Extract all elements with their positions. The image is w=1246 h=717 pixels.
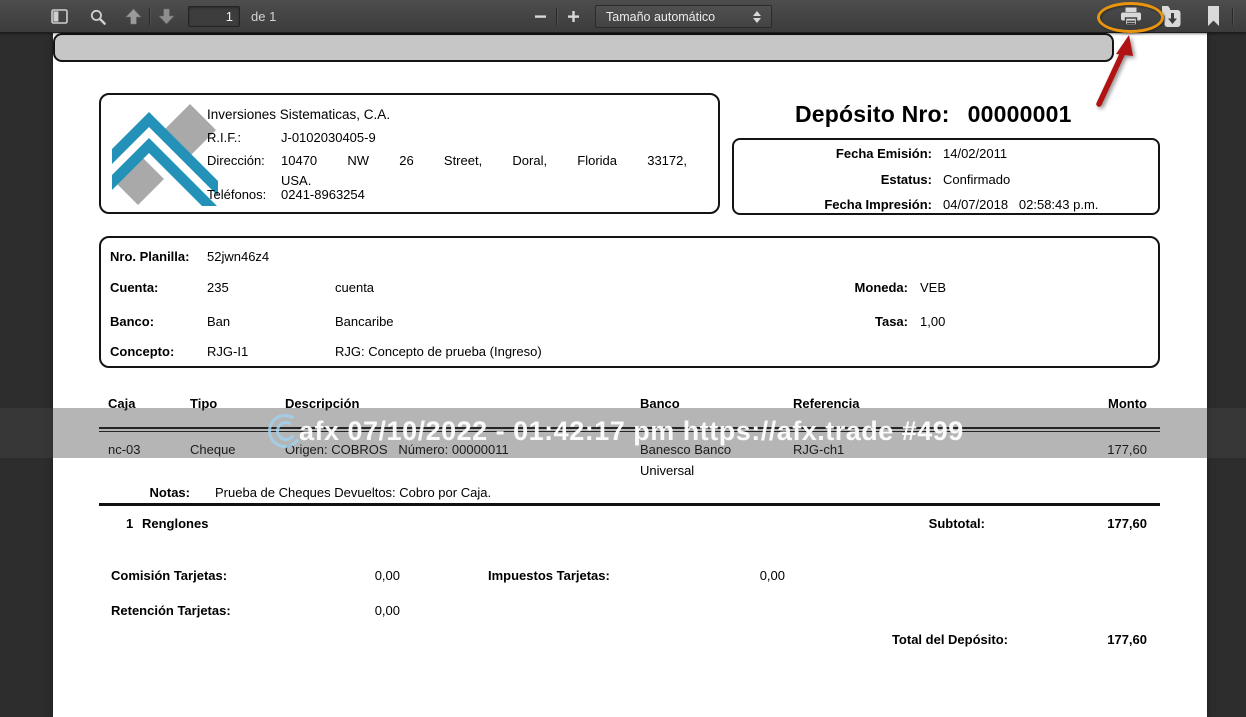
previous-page-button[interactable] [120,4,146,29]
sidebar-toggle-icon [51,9,68,24]
company-logo [112,103,218,206]
emision-value: 14/02/2011 [943,146,1007,161]
annotation-arrow [1085,30,1145,114]
total-value: 177,60 [1003,632,1147,647]
pdf-viewer: de 1 Tamaño automático [0,0,1246,717]
deposit-number: 00000001 [968,101,1072,127]
retencion-value: 0,00 [303,603,400,618]
column-header-banco: Banco [640,396,680,411]
deposit-title-label: Depósito Nro: [795,101,950,127]
company-name: Inversiones Sistematicas, C.A. [207,107,390,122]
zoom-level-value: Tamaño automático [606,10,753,24]
cell-referencia: RJG-ch1 [793,442,844,457]
subtotal-value: 177,60 [1003,516,1147,531]
banco-code: Ban [207,314,230,329]
rif-value: J-0102030405-9 [281,130,376,145]
pdf-page: Inversiones Sistematicas, C.A. R.I.F.: J… [53,33,1207,717]
concepto-code: RJG-I1 [207,344,248,359]
divider [99,431,1160,432]
zoom-out-button[interactable] [527,4,553,29]
toolbar-separator [1232,8,1233,25]
impresion-value: 04/07/2018 02:58:43 p.m. [943,197,1098,212]
moneda-value: VEB [920,280,946,295]
print-highlight-ellipse [1097,2,1164,33]
total-label: Total del Depósito: [823,632,1008,647]
cell-banco-line1: Banesco Banco [640,442,731,457]
phones-value: 0241-8963254 [281,187,365,202]
cuenta-name: cuenta [335,280,374,295]
bookmark-icon [1207,6,1220,27]
select-updown-icon [753,11,761,23]
notas-value: Prueba de Cheques Devueltos: Cobro por C… [215,485,491,500]
column-header-caja: Caja [108,396,135,411]
cell-banco-line2: Universal [640,463,694,478]
cell-descripcion: Origen: COBROS Número: 00000011 [285,442,509,457]
estatus-label: Estatus: [743,172,932,187]
address-line2: USA. [281,173,311,188]
phones-label: Teléfonos: [207,187,266,202]
column-header-tipo: Tipo [190,396,217,411]
divider [99,503,1160,506]
notas-label: Notas: [123,485,190,500]
table-header [53,33,1114,62]
impresion-label: Fecha Impresión: [743,197,932,212]
sidebar-toggle-button[interactable] [46,4,72,29]
search-button[interactable] [85,4,111,29]
estatus-value: Confirmado [943,172,1010,187]
arrow-up-icon [125,8,142,25]
download-icon [1161,6,1181,28]
cell-tipo: Cheque [190,442,236,457]
minus-icon [534,10,547,23]
bookmark-button[interactable] [1200,4,1226,29]
banco-label: Banco: [110,314,154,329]
zoom-in-button[interactable] [560,4,586,29]
toolbar-separator [556,8,557,25]
next-page-button[interactable] [153,4,179,29]
toolbar: de 1 Tamaño automático [0,0,1246,33]
planilla-label: Nro. Planilla: [110,249,189,264]
cell-monto: 177,60 [1003,442,1147,457]
search-icon [90,9,106,25]
address-label: Dirección: [207,153,265,168]
subtotal-label: Subtotal: [853,516,985,531]
concepto-label: Concepto: [110,344,174,359]
cuenta-code: 235 [207,280,229,295]
column-header-referencia: Referencia [793,396,859,411]
rif-label: R.I.F.: [207,130,241,145]
renglones-label: Renglones [142,516,208,531]
zoom-level-select[interactable]: Tamaño automático [595,5,772,28]
cuenta-label: Cuenta: [110,280,158,295]
retencion-label: Retención Tarjetas: [111,603,231,618]
comision-label: Comisión Tarjetas: [111,568,227,583]
impuestos-value: 0,00 [685,568,785,583]
tasa-label: Tasa: [758,314,908,329]
deposit-title: Depósito Nro: 00000001 [795,101,1072,128]
emision-label: Fecha Emisión: [743,146,932,161]
column-header-monto: Monto [1003,396,1147,411]
cell-caja: nc-03 [108,442,141,457]
renglones-count: 1 [126,516,133,531]
tasa-value: 1,00 [920,314,945,329]
column-header-descripcion: Descripción [285,396,359,411]
toolbar-separator [149,8,150,25]
arrow-down-icon [158,8,175,25]
concepto-name: RJG: Concepto de prueba (Ingreso) [335,344,542,359]
page-number-input[interactable] [188,6,240,27]
page-count-label: de 1 [251,9,276,24]
comision-value: 0,00 [303,568,400,583]
planilla-value: 52jwn46z4 [207,249,269,264]
impuestos-label: Impuestos Tarjetas: [488,568,610,583]
banco-name: Bancaribe [335,314,394,329]
plus-icon [567,10,580,23]
moneda-label: Moneda: [758,280,908,295]
address-line1: 10470 NW 26 Street, Doral, Florida 33172… [281,153,687,168]
divider [99,427,1160,429]
